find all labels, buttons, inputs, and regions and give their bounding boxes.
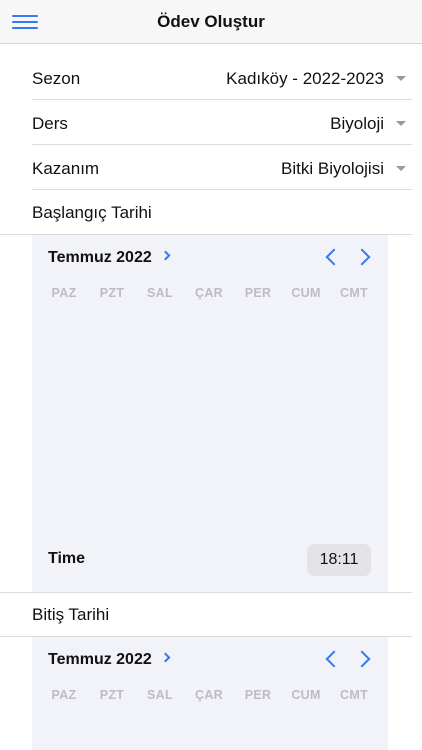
page-title: Ödev Oluştur [157, 12, 265, 31]
previous-month-button[interactable] [325, 248, 343, 266]
weekday-label: ÇAR [195, 688, 223, 702]
weekday-label: PZT [99, 286, 125, 300]
weekday-label: SAL [147, 688, 173, 702]
start-date-calendar: Temmuz 2022 PAZ PZT SAL ÇAR PER CUM CMT … [32, 235, 388, 592]
caret-down-icon [396, 166, 406, 171]
weekday-label: PZT [99, 688, 125, 702]
calendar-month-title[interactable]: Temmuz 2022 [48, 651, 152, 669]
objective-label: Kazanım [32, 159, 100, 178]
start-date-label: Başlangıç Tarihi [32, 203, 152, 222]
time-label: Time [48, 550, 86, 567]
weekday-header: PAZ PZT SAL ÇAR PER CUM CMT [32, 688, 388, 704]
end-date-calendar: Temmuz 2022 PAZ PZT SAL ÇAR PER CUM CMT [32, 637, 388, 750]
next-month-button[interactable] [353, 650, 371, 668]
weekday-label: CUM [291, 688, 321, 702]
season-picker[interactable]: Sezon Kadıköy - 2022-2023 [32, 55, 412, 100]
weekday-label: PER [244, 286, 272, 300]
objective-value[interactable]: Bitki Biyolojisi [281, 159, 384, 179]
course-value[interactable]: Biyoloji [330, 114, 384, 134]
weekday-label: PAZ [51, 286, 77, 300]
course-picker[interactable]: Ders Biyoloji [32, 100, 412, 145]
caret-down-icon [396, 76, 406, 81]
time-picker-button[interactable]: 18:11 [307, 544, 371, 576]
objective-picker[interactable]: Kazanım Bitki Biyolojisi [32, 145, 412, 190]
season-label: Sezon [32, 69, 81, 88]
chevron-right-icon[interactable] [160, 652, 171, 663]
end-date-label: Bitiş Tarihi [32, 605, 110, 624]
course-label: Ders [32, 114, 68, 133]
weekday-label: ÇAR [195, 286, 223, 300]
weekday-label: CUM [291, 286, 321, 300]
weekday-label: CMT [340, 688, 368, 702]
season-value[interactable]: Kadıköy - 2022-2023 [226, 69, 384, 89]
next-month-button[interactable] [353, 248, 371, 266]
weekday-header: PAZ PZT SAL ÇAR PER CUM CMT [32, 286, 388, 302]
previous-month-button[interactable] [325, 650, 343, 668]
weekday-label: PER [244, 688, 272, 702]
weekday-label: SAL [147, 286, 173, 300]
calendar-month-title[interactable]: Temmuz 2022 [48, 249, 152, 267]
caret-down-icon [396, 121, 406, 126]
chevron-right-icon[interactable] [160, 250, 171, 261]
weekday-label: CMT [340, 286, 368, 300]
navigation-bar: Ödev Oluştur [0, 0, 422, 44]
divider [0, 592, 412, 593]
weekday-label: PAZ [51, 688, 77, 702]
